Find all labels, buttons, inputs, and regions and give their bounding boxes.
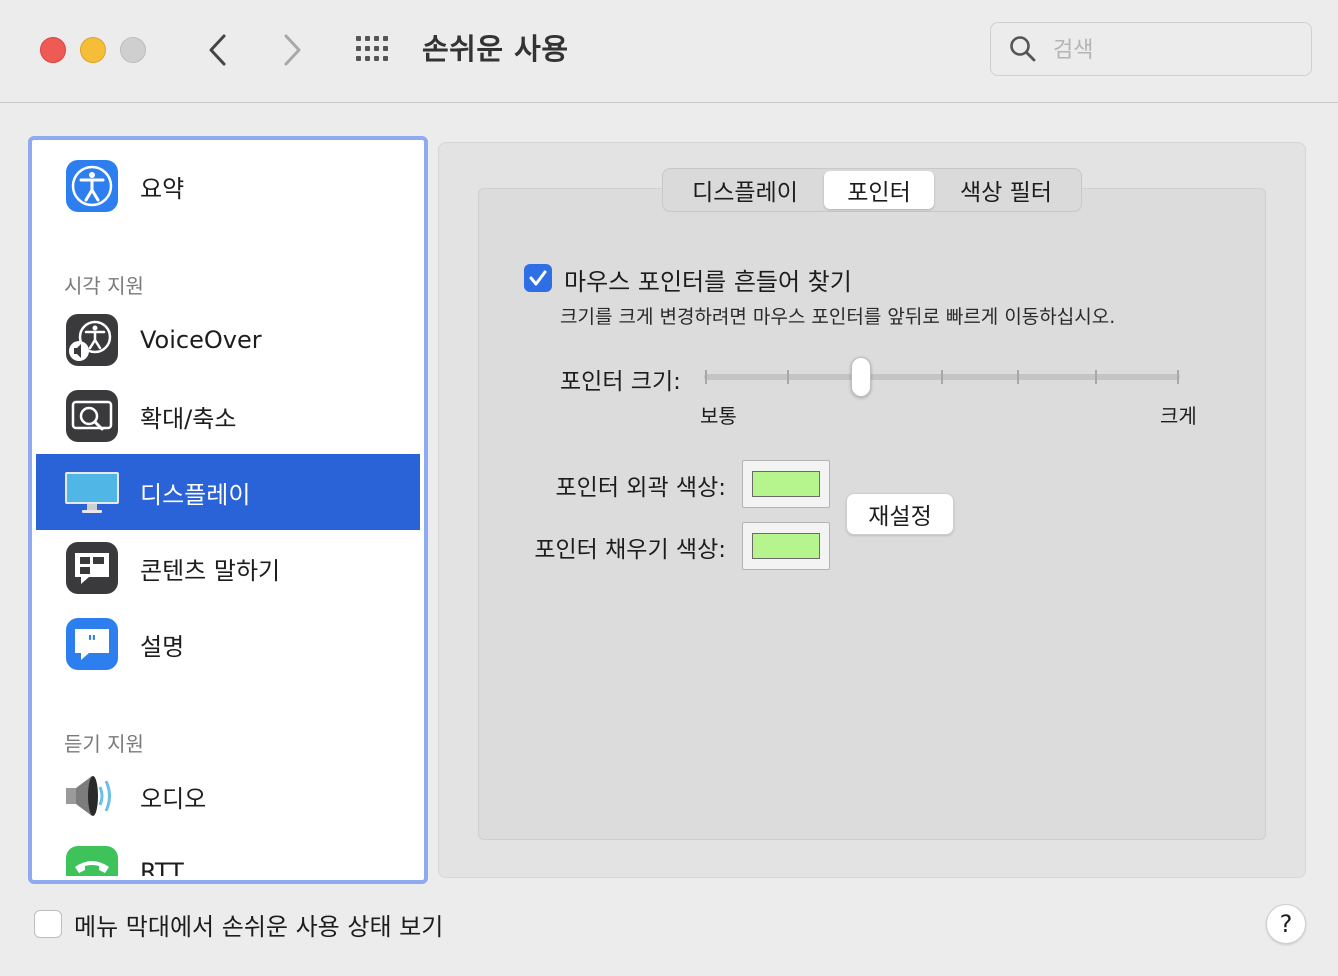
fill-color-swatch [752, 533, 820, 559]
display-icon [64, 464, 120, 520]
slider-knob[interactable] [851, 357, 871, 397]
sidebar-item-label: 확대/축소 [140, 404, 237, 433]
sidebar-item-rtt[interactable]: RTT [36, 834, 420, 876]
section-header-vision: 시각 지원 [64, 274, 144, 298]
slider-min-label: 보통 [700, 404, 737, 428]
spoken-content-icon [64, 540, 120, 596]
slider-tick [705, 370, 707, 384]
zoom-icon [64, 388, 120, 444]
title-bar: 손쉬운 사용 [0, 0, 1338, 103]
window-title: 손쉬운 사용 [422, 32, 569, 66]
minimize-window-button[interactable] [80, 37, 106, 63]
search-input[interactable] [1051, 33, 1295, 67]
tab-color-filters[interactable]: 색상 필터 [934, 171, 1078, 209]
segmented-tab-control: 디스플레이 포인터 색상 필터 [662, 168, 1082, 212]
section-header-hearing: 듣기 지원 [64, 732, 144, 756]
fill-color-well[interactable] [742, 522, 830, 570]
sidebar-item-label: RTT [140, 858, 184, 876]
search-icon [1009, 35, 1037, 67]
sidebar-list[interactable]: 요약 시각 지원 VoiceOver 확대/축소 디스플레이 콘텐츠 말하기 "… [36, 144, 420, 876]
sidebar-item-voiceover[interactable]: VoiceOver [36, 302, 420, 378]
sidebar-item-descriptions[interactable]: " 설명 [36, 606, 420, 682]
rtt-phone-icon [64, 844, 120, 876]
outline-color-label: 포인터 외곽 색상: [555, 475, 727, 501]
chevron-right-icon [284, 34, 301, 66]
shake-to-locate-label: 마우스 포인터를 흔들어 찾기 [564, 268, 852, 296]
shake-to-locate-description: 크기를 크게 변경하려면 마우스 포인터를 앞뒤로 빠르게 이동하십시오. [560, 306, 1116, 328]
pointer-size-label: 포인터 크기: [560, 369, 681, 395]
speaker-icon [64, 768, 120, 824]
show-in-menu-bar-checkbox[interactable] [34, 910, 62, 938]
slider-max-label: 크게 [1160, 404, 1197, 428]
sidebar-item-display[interactable]: 디스플레이 [36, 454, 420, 530]
sidebar: 요약 시각 지원 VoiceOver 확대/축소 디스플레이 콘텐츠 말하기 "… [28, 136, 428, 884]
outline-color-swatch [752, 471, 820, 497]
reset-colors-button[interactable]: 재설정 [846, 493, 954, 535]
sidebar-item-audio[interactable]: 오디오 [36, 758, 420, 834]
checkmark-icon [529, 270, 547, 286]
back-button[interactable] [198, 28, 238, 72]
svg-text:": " [87, 632, 96, 653]
sidebar-item-label: 오디오 [140, 784, 207, 813]
chevron-left-icon [209, 34, 226, 66]
accessibility-summary-icon [64, 158, 120, 214]
sidebar-item-label: 요약 [140, 174, 185, 203]
voiceover-icon [64, 312, 120, 368]
sidebar-item-label: VoiceOver [140, 326, 262, 354]
shake-to-locate-checkbox[interactable] [524, 264, 552, 292]
sidebar-item-label: 콘텐츠 말하기 [140, 556, 281, 585]
sidebar-item-summary[interactable]: 요약 [36, 148, 420, 224]
fill-color-label: 포인터 채우기 색상: [534, 537, 726, 563]
tab-pointer[interactable]: 포인터 [824, 171, 934, 209]
sidebar-item-label: 디스플레이 [140, 480, 251, 509]
zoom-window-button[interactable] [120, 37, 146, 63]
forward-button[interactable] [272, 28, 312, 72]
slider-tick [1095, 370, 1097, 384]
outline-color-well[interactable] [742, 460, 830, 508]
tab-display[interactable]: 디스플레이 [666, 171, 824, 209]
descriptions-icon: " [64, 616, 120, 672]
sidebar-item-spoken-content[interactable]: 콘텐츠 말하기 [36, 530, 420, 606]
slider-tick [941, 370, 943, 384]
show-in-menu-bar-label: 메뉴 막대에서 손쉬운 사용 상태 보기 [74, 913, 444, 941]
show-all-grid-button[interactable] [352, 32, 396, 68]
slider-tick [1177, 370, 1179, 384]
sidebar-item-zoom[interactable]: 확대/축소 [36, 378, 420, 454]
slider-tick [787, 370, 789, 384]
close-window-button[interactable] [40, 37, 66, 63]
sidebar-item-label: 설명 [140, 632, 185, 661]
search-field[interactable] [990, 22, 1312, 76]
help-button[interactable]: ? [1266, 904, 1306, 944]
slider-tick [1017, 370, 1019, 384]
